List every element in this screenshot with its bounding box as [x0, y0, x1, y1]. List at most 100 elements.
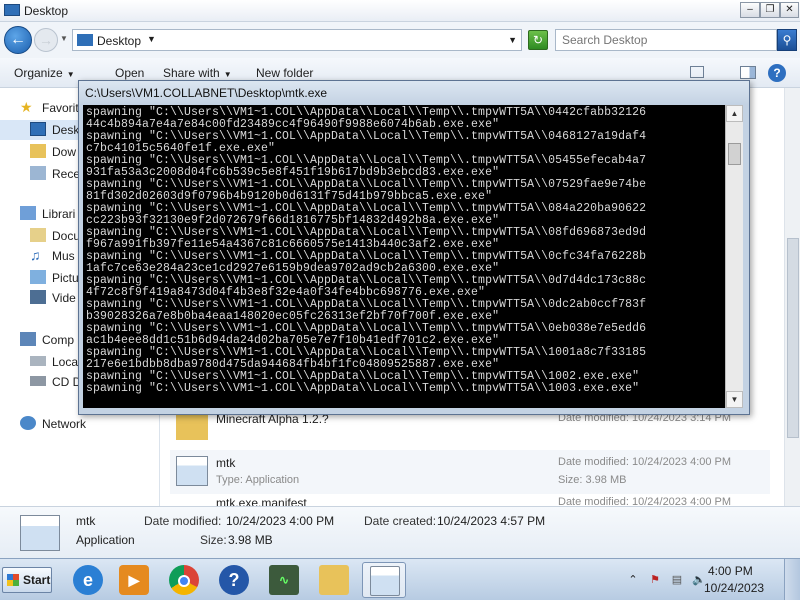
- nav-desktop-label: Desk: [52, 123, 80, 137]
- console-text: spawning "C:\\Users\\VM1~1.COL\\AppData\…: [83, 105, 725, 395]
- windows-logo-icon: [7, 574, 19, 586]
- open-label: Open: [115, 66, 145, 80]
- computer-icon: [20, 332, 36, 346]
- taskbar-chrome[interactable]: [162, 562, 206, 598]
- refresh-button[interactable]: ↻: [528, 30, 548, 50]
- open-button[interactable]: Open: [115, 66, 144, 80]
- desktop-icon: [30, 122, 46, 136]
- chevron-down-icon[interactable]: ▼: [147, 34, 156, 44]
- back-button[interactable]: ←: [4, 26, 32, 54]
- details-size-label: Size:: [200, 533, 227, 547]
- taskbar-mtk[interactable]: [362, 562, 406, 598]
- search-box[interactable]: [555, 29, 777, 51]
- preview-pane-icon[interactable]: [740, 66, 756, 79]
- nav-network-label: Network: [42, 417, 87, 431]
- list-item[interactable]: mtk.exe.manifest Date modified: 10/24/20…: [170, 494, 770, 506]
- search-input[interactable]: [562, 31, 762, 49]
- documents-icon: [30, 228, 46, 242]
- action-center-icon[interactable]: ⚑: [648, 573, 662, 587]
- scroll-up-arrow[interactable]: ▲: [726, 105, 743, 122]
- maximize-button[interactable]: ❐: [760, 2, 780, 18]
- application-icon: [176, 456, 208, 486]
- taskbar-explorer[interactable]: [312, 562, 356, 598]
- share-with-button[interactable]: Share with ▼: [163, 66, 232, 80]
- explorer-titlebar[interactable]: Desktop – ❐ ✕: [0, 0, 800, 22]
- list-item[interactable]: mtk Type: Application Date modified: 10/…: [170, 450, 770, 494]
- network-tray-icon[interactable]: ▤: [670, 573, 684, 587]
- start-button[interactable]: Start: [2, 567, 52, 593]
- clock-time[interactable]: 4:00 PM: [708, 564, 753, 578]
- star-icon: ★: [20, 99, 33, 115]
- help-icon[interactable]: ?: [768, 64, 786, 82]
- nav-recent-label: Rece: [52, 167, 81, 181]
- downloads-folder-icon: [30, 144, 46, 158]
- address-field[interactable]: Desktop ▼ ▼: [72, 29, 522, 51]
- scroll-down-arrow[interactable]: ▼: [726, 391, 743, 408]
- show-desktop-button[interactable]: [784, 559, 800, 600]
- new-folder-label: New folder: [256, 66, 314, 80]
- console-window: C:\Users\VM1.COLLABNET\Desktop\mtk.exe s…: [78, 80, 750, 415]
- window-title: Desktop: [24, 4, 69, 18]
- clock-date[interactable]: 10/24/2023: [704, 581, 764, 595]
- console-output[interactable]: spawning "C:\\Users\\VM1~1.COL\\AppData\…: [83, 105, 725, 408]
- libraries-icon: [20, 206, 36, 220]
- recent-pages-dropdown[interactable]: ▼: [60, 34, 68, 43]
- console-line: spawning "C:\\Users\\VM1~1.COL\\AppData\…: [86, 382, 640, 395]
- address-text: Desktop: [97, 34, 142, 48]
- taskbar-help[interactable]: ?: [212, 562, 256, 598]
- search-icon[interactable]: ⚲: [777, 29, 797, 51]
- cd-drive-icon: [30, 376, 46, 386]
- network-icon: [20, 416, 36, 430]
- file-type: Type: Application: [216, 474, 300, 486]
- details-modified-value: 10/24/2023 4:00 PM: [226, 514, 335, 528]
- chrome-icon: [169, 565, 199, 595]
- new-folder-button[interactable]: New folder: [256, 66, 313, 80]
- recent-places-icon: [30, 166, 46, 180]
- nav-local-disk-label: Loca: [52, 355, 79, 369]
- file-list-scrollbar[interactable]: [784, 88, 800, 506]
- help-icon: ?: [219, 565, 249, 595]
- nav-cd-drive-label: CD D: [52, 375, 82, 389]
- file-date: Date modified: 10/24/2023 4:00 PM: [558, 496, 732, 506]
- show-hidden-icons-icon[interactable]: ⌃: [626, 573, 640, 587]
- scrollbar-thumb[interactable]: [728, 143, 741, 165]
- hard-drive-icon: [30, 356, 46, 366]
- nav-computer-label: Comp: [42, 333, 75, 347]
- pictures-icon: [30, 270, 46, 284]
- taskbar-internet-explorer[interactable]: e: [66, 562, 110, 598]
- desktop-folder-icon: [77, 34, 93, 46]
- file-size: Size: 3.98 MB: [558, 474, 627, 486]
- nav-videos-label: Vide: [52, 291, 76, 305]
- nav-downloads-label: Dow: [52, 145, 77, 159]
- address-bar: ← → ▼ Desktop ▼ ▼ ↻ ⚲: [0, 22, 800, 58]
- nav-music-label: Mus: [52, 249, 75, 263]
- forward-button[interactable]: →: [34, 28, 58, 52]
- nav-documents-label: Docu: [52, 229, 81, 243]
- file-name: mtk: [216, 456, 236, 470]
- change-view-icon[interactable]: [690, 66, 704, 78]
- taskbar: Start e ▶ ? ∿ ⌃ ⚑ ▤ 🔈 4:00 PM 10/24/2023: [0, 558, 800, 600]
- application-icon: [20, 515, 60, 551]
- console-titlebar[interactable]: C:\Users\VM1.COLLABNET\Desktop\mtk.exe: [79, 81, 749, 105]
- taskbar-task-manager[interactable]: ∿: [262, 562, 306, 598]
- file-date: Date modified: 10/24/2023 4:00 PM: [558, 456, 732, 468]
- nav-libraries-label: Librari: [42, 207, 76, 221]
- nav-favorites-label: Favorit: [42, 101, 79, 115]
- details-type: Application: [76, 533, 135, 547]
- taskbar-media-player[interactable]: ▶: [112, 562, 156, 598]
- details-name: mtk: [76, 514, 96, 528]
- details-modified-label: Date modified:: [144, 514, 222, 528]
- address-dropdown-icon[interactable]: ▼: [508, 35, 517, 45]
- folder-icon: [4, 4, 20, 16]
- nav-pictures-label: Pictu: [52, 271, 79, 285]
- music-icon: ♫: [30, 247, 41, 263]
- share-with-label: Share with: [163, 66, 220, 80]
- internet-explorer-icon: e: [73, 565, 103, 595]
- videos-icon: [30, 290, 46, 304]
- scrollbar-thumb[interactable]: [787, 238, 799, 438]
- console-scrollbar[interactable]: ▲ ▼: [725, 105, 743, 408]
- details-created-label: Date created:: [364, 514, 437, 528]
- close-button[interactable]: ✕: [780, 2, 799, 18]
- minimize-button[interactable]: –: [740, 2, 760, 18]
- organize-button[interactable]: Organize ▼: [14, 66, 75, 80]
